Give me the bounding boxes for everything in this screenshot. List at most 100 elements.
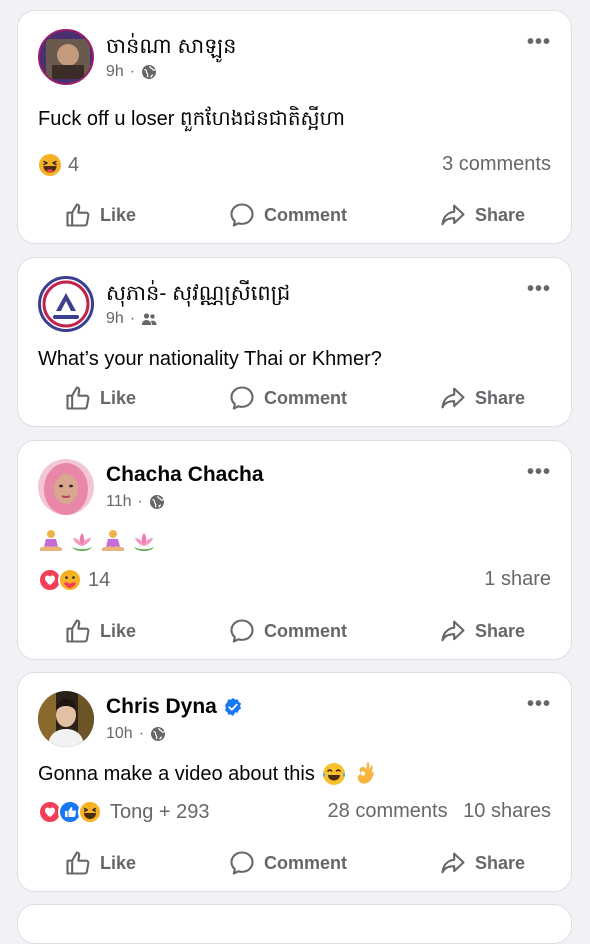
avatar-image bbox=[38, 691, 94, 747]
post-card: ចាន់ណា សាឡូន 9h · ••• Fuck off u loser ព… bbox=[17, 10, 572, 244]
share-icon bbox=[439, 849, 467, 877]
comment-label: Comment bbox=[263, 852, 347, 873]
post-actions: Like Comment Share bbox=[18, 384, 571, 412]
post-meta: 9h · bbox=[106, 310, 157, 328]
post-card: សុភាន់- សុវណ្ណស្រីពេជ្រ 9h · ••• What’s … bbox=[17, 257, 572, 427]
comment-button[interactable]: Comment bbox=[228, 201, 347, 229]
like-icon bbox=[64, 617, 92, 645]
share-count[interactable]: 1 share bbox=[484, 568, 551, 590]
like-button[interactable]: Like bbox=[64, 617, 136, 645]
author-name[interactable]: Chacha Chacha bbox=[106, 463, 264, 487]
avatar[interactable] bbox=[38, 29, 94, 85]
lotus-emoji-icon bbox=[72, 533, 92, 551]
post-text: Gonna make a video about this bbox=[38, 762, 315, 785]
lotus-emoji-icon bbox=[134, 533, 154, 551]
author-name[interactable]: Chris Dyna bbox=[106, 695, 243, 719]
post-text-row: Gonna make a video about this bbox=[38, 761, 377, 787]
share-button[interactable]: Share bbox=[439, 201, 525, 229]
more-options-icon[interactable]: ••• bbox=[527, 461, 551, 484]
care-reaction-icon bbox=[58, 568, 82, 592]
meta-separator: · bbox=[129, 63, 136, 80]
avatar[interactable] bbox=[38, 459, 94, 515]
share-label: Share bbox=[474, 620, 525, 641]
post-meta: 11h · bbox=[106, 493, 165, 511]
more-options-icon[interactable]: ••• bbox=[527, 693, 551, 716]
meta-separator: · bbox=[138, 725, 145, 742]
share-label: Share bbox=[474, 204, 525, 225]
author-name[interactable]: ចាន់ណា សាឡូន bbox=[106, 33, 236, 64]
like-icon bbox=[64, 849, 92, 877]
haha-reaction-icon bbox=[78, 800, 102, 824]
more-options-icon[interactable]: ••• bbox=[527, 278, 551, 301]
avatar-image bbox=[38, 459, 94, 515]
reaction-count: 14 bbox=[88, 568, 111, 591]
verified-badge-icon bbox=[224, 698, 241, 716]
post-counts: 28 comments 10 shares bbox=[328, 800, 551, 823]
reactions-summary[interactable]: Tong + 293 bbox=[38, 800, 210, 824]
share-icon bbox=[439, 384, 467, 412]
tears-of-joy-emoji-icon bbox=[322, 763, 345, 785]
reaction-count: 4 bbox=[68, 153, 80, 176]
reaction-summary-text: Tong + 293 bbox=[110, 800, 210, 823]
reactions-summary[interactable]: 14 bbox=[38, 568, 110, 592]
post-text: Fuck off u loser ពួកហែងជនជាតិស្អីហា bbox=[38, 108, 345, 130]
meditating-person-emoji-icon bbox=[40, 530, 62, 551]
share-label: Share bbox=[474, 852, 525, 873]
post-time[interactable]: 10h bbox=[106, 725, 133, 743]
post-card: Chris Dyna 10h · ••• Gonna make a video … bbox=[17, 672, 572, 892]
comment-icon bbox=[228, 617, 256, 645]
post-counts: 3 comments bbox=[442, 153, 551, 176]
share-icon bbox=[439, 201, 467, 229]
post-actions: Like Comment Share bbox=[18, 849, 571, 877]
like-label: Like bbox=[99, 387, 137, 408]
share-label: Share bbox=[474, 387, 525, 408]
reactions-summary[interactable]: 4 bbox=[38, 153, 79, 177]
like-icon bbox=[64, 201, 92, 229]
globe-icon bbox=[150, 726, 166, 742]
post-actions: Like Comment Share bbox=[18, 617, 571, 645]
avatar-image bbox=[42, 280, 90, 328]
author-name[interactable]: សុភាន់- សុវណ្ណស្រីពេជ្រ bbox=[106, 280, 290, 311]
post-time[interactable]: 9h bbox=[106, 310, 124, 328]
like-button[interactable]: Like bbox=[64, 384, 136, 412]
share-button[interactable]: Share bbox=[439, 384, 525, 412]
like-button[interactable]: Like bbox=[64, 201, 136, 229]
comment-count[interactable]: 3 comments bbox=[442, 153, 551, 175]
avatar[interactable] bbox=[38, 276, 94, 332]
haha-reaction-icon bbox=[39, 154, 61, 176]
comment-button[interactable]: Comment bbox=[228, 617, 347, 645]
post-time[interactable]: 11h bbox=[106, 493, 132, 511]
post-card-partial bbox=[17, 904, 572, 944]
globe-icon bbox=[141, 64, 157, 80]
globe-icon bbox=[149, 494, 165, 510]
comment-label: Comment bbox=[263, 204, 347, 225]
author-name-text: Chris Dyna bbox=[106, 695, 217, 718]
friends-icon bbox=[141, 311, 157, 327]
post-meta: 9h · bbox=[106, 63, 157, 81]
comment-icon bbox=[228, 384, 256, 412]
comment-icon bbox=[228, 201, 256, 229]
avatar[interactable] bbox=[38, 691, 94, 747]
meta-separator: · bbox=[137, 493, 143, 510]
meta-separator: · bbox=[129, 310, 136, 327]
post-emoji-row bbox=[38, 529, 158, 553]
post-text: What’s your nationality Thai or Khmer? bbox=[38, 348, 382, 370]
like-label: Like bbox=[99, 620, 137, 641]
post-counts: 1 share bbox=[484, 568, 551, 591]
avatar-image bbox=[40, 31, 92, 83]
share-button[interactable]: Share bbox=[439, 849, 525, 877]
ok-hand-emoji-icon bbox=[357, 762, 374, 784]
more-options-icon[interactable]: ••• bbox=[527, 31, 551, 54]
share-count[interactable]: 10 shares bbox=[463, 800, 551, 822]
comment-count[interactable]: 28 comments bbox=[328, 800, 448, 822]
post-card: Chacha Chacha 11h · ••• 14 1 share Like … bbox=[17, 440, 572, 660]
comment-button[interactable]: Comment bbox=[228, 849, 347, 877]
share-icon bbox=[439, 617, 467, 645]
like-label: Like bbox=[99, 852, 137, 873]
comment-button[interactable]: Comment bbox=[228, 384, 347, 412]
like-button[interactable]: Like bbox=[64, 849, 136, 877]
share-button[interactable]: Share bbox=[439, 617, 525, 645]
post-actions: Like Comment Share bbox=[18, 201, 571, 229]
like-icon bbox=[64, 384, 92, 412]
post-time[interactable]: 9h bbox=[106, 63, 124, 81]
